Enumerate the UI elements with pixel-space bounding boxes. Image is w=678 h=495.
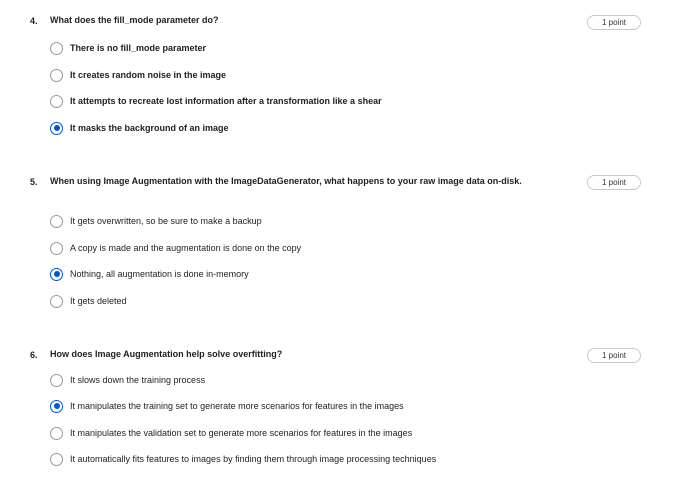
radio-button-selected[interactable] (50, 267, 63, 281)
answer-option[interactable]: It attempts to recreate lost information… (50, 93, 382, 109)
option-label: It gets deleted (70, 296, 127, 306)
radio-button[interactable] (50, 373, 63, 387)
points-badge: 1 point (587, 348, 641, 363)
option-label: It manipulates the training set to gener… (70, 401, 404, 411)
radio-button[interactable] (50, 426, 63, 440)
option-label: It attempts to recreate lost information… (70, 96, 382, 106)
radio-button[interactable] (50, 241, 63, 255)
answer-option[interactable]: It slows down the training process (50, 372, 205, 388)
question-number: 5. (30, 177, 38, 187)
answer-option[interactable]: It creates random noise in the image (50, 67, 226, 83)
answer-option[interactable]: There is no fill_mode parameter (50, 40, 206, 56)
question-text: What does the fill_mode parameter do? (50, 15, 219, 25)
points-badge: 1 point (587, 15, 641, 30)
radio-button[interactable] (50, 68, 63, 82)
option-label: A copy is made and the augmentation is d… (70, 243, 302, 253)
radio-button[interactable] (50, 294, 63, 308)
answer-option-selected[interactable]: Nothing, all augmentation is done in-mem… (50, 266, 249, 282)
answer-option[interactable]: A copy is made and the augmentation is d… (50, 240, 301, 256)
answer-option-selected[interactable]: It masks the background of an image (50, 120, 229, 136)
radio-button[interactable] (50, 94, 63, 108)
radio-button[interactable] (50, 452, 63, 466)
option-label: There is no fill_mode parameter (70, 43, 207, 53)
question-text: How does Image Augmentation help solve o… (50, 349, 283, 359)
radio-button-selected[interactable] (50, 121, 63, 135)
option-label: It gets overwritten, so be sure to make … (70, 216, 262, 226)
option-label: It creates random noise in the image (70, 70, 227, 80)
option-label: It manipulates the validation set to gen… (70, 428, 413, 438)
question-number: 6. (30, 350, 38, 360)
question-text: When using Image Augmentation with the I… (50, 176, 522, 186)
answer-option[interactable]: It gets overwritten, so be sure to make … (50, 213, 262, 229)
radio-button[interactable] (50, 41, 63, 55)
option-label: It masks the background of an image (70, 123, 229, 133)
answer-option[interactable]: It automatically fits features to images… (50, 451, 436, 467)
option-label: It slows down the training process (70, 375, 206, 385)
radio-button[interactable] (50, 214, 63, 228)
answer-option[interactable]: It manipulates the validation set to gen… (50, 425, 412, 441)
answer-option[interactable]: It gets deleted (50, 293, 127, 309)
option-label: It automatically fits features to images… (70, 454, 437, 464)
option-label: Nothing, all augmentation is done in-mem… (70, 269, 249, 279)
question-number: 4. (30, 16, 38, 26)
points-badge: 1 point (587, 175, 641, 190)
radio-button-selected[interactable] (50, 399, 63, 413)
answer-option-selected[interactable]: It manipulates the training set to gener… (50, 398, 404, 414)
